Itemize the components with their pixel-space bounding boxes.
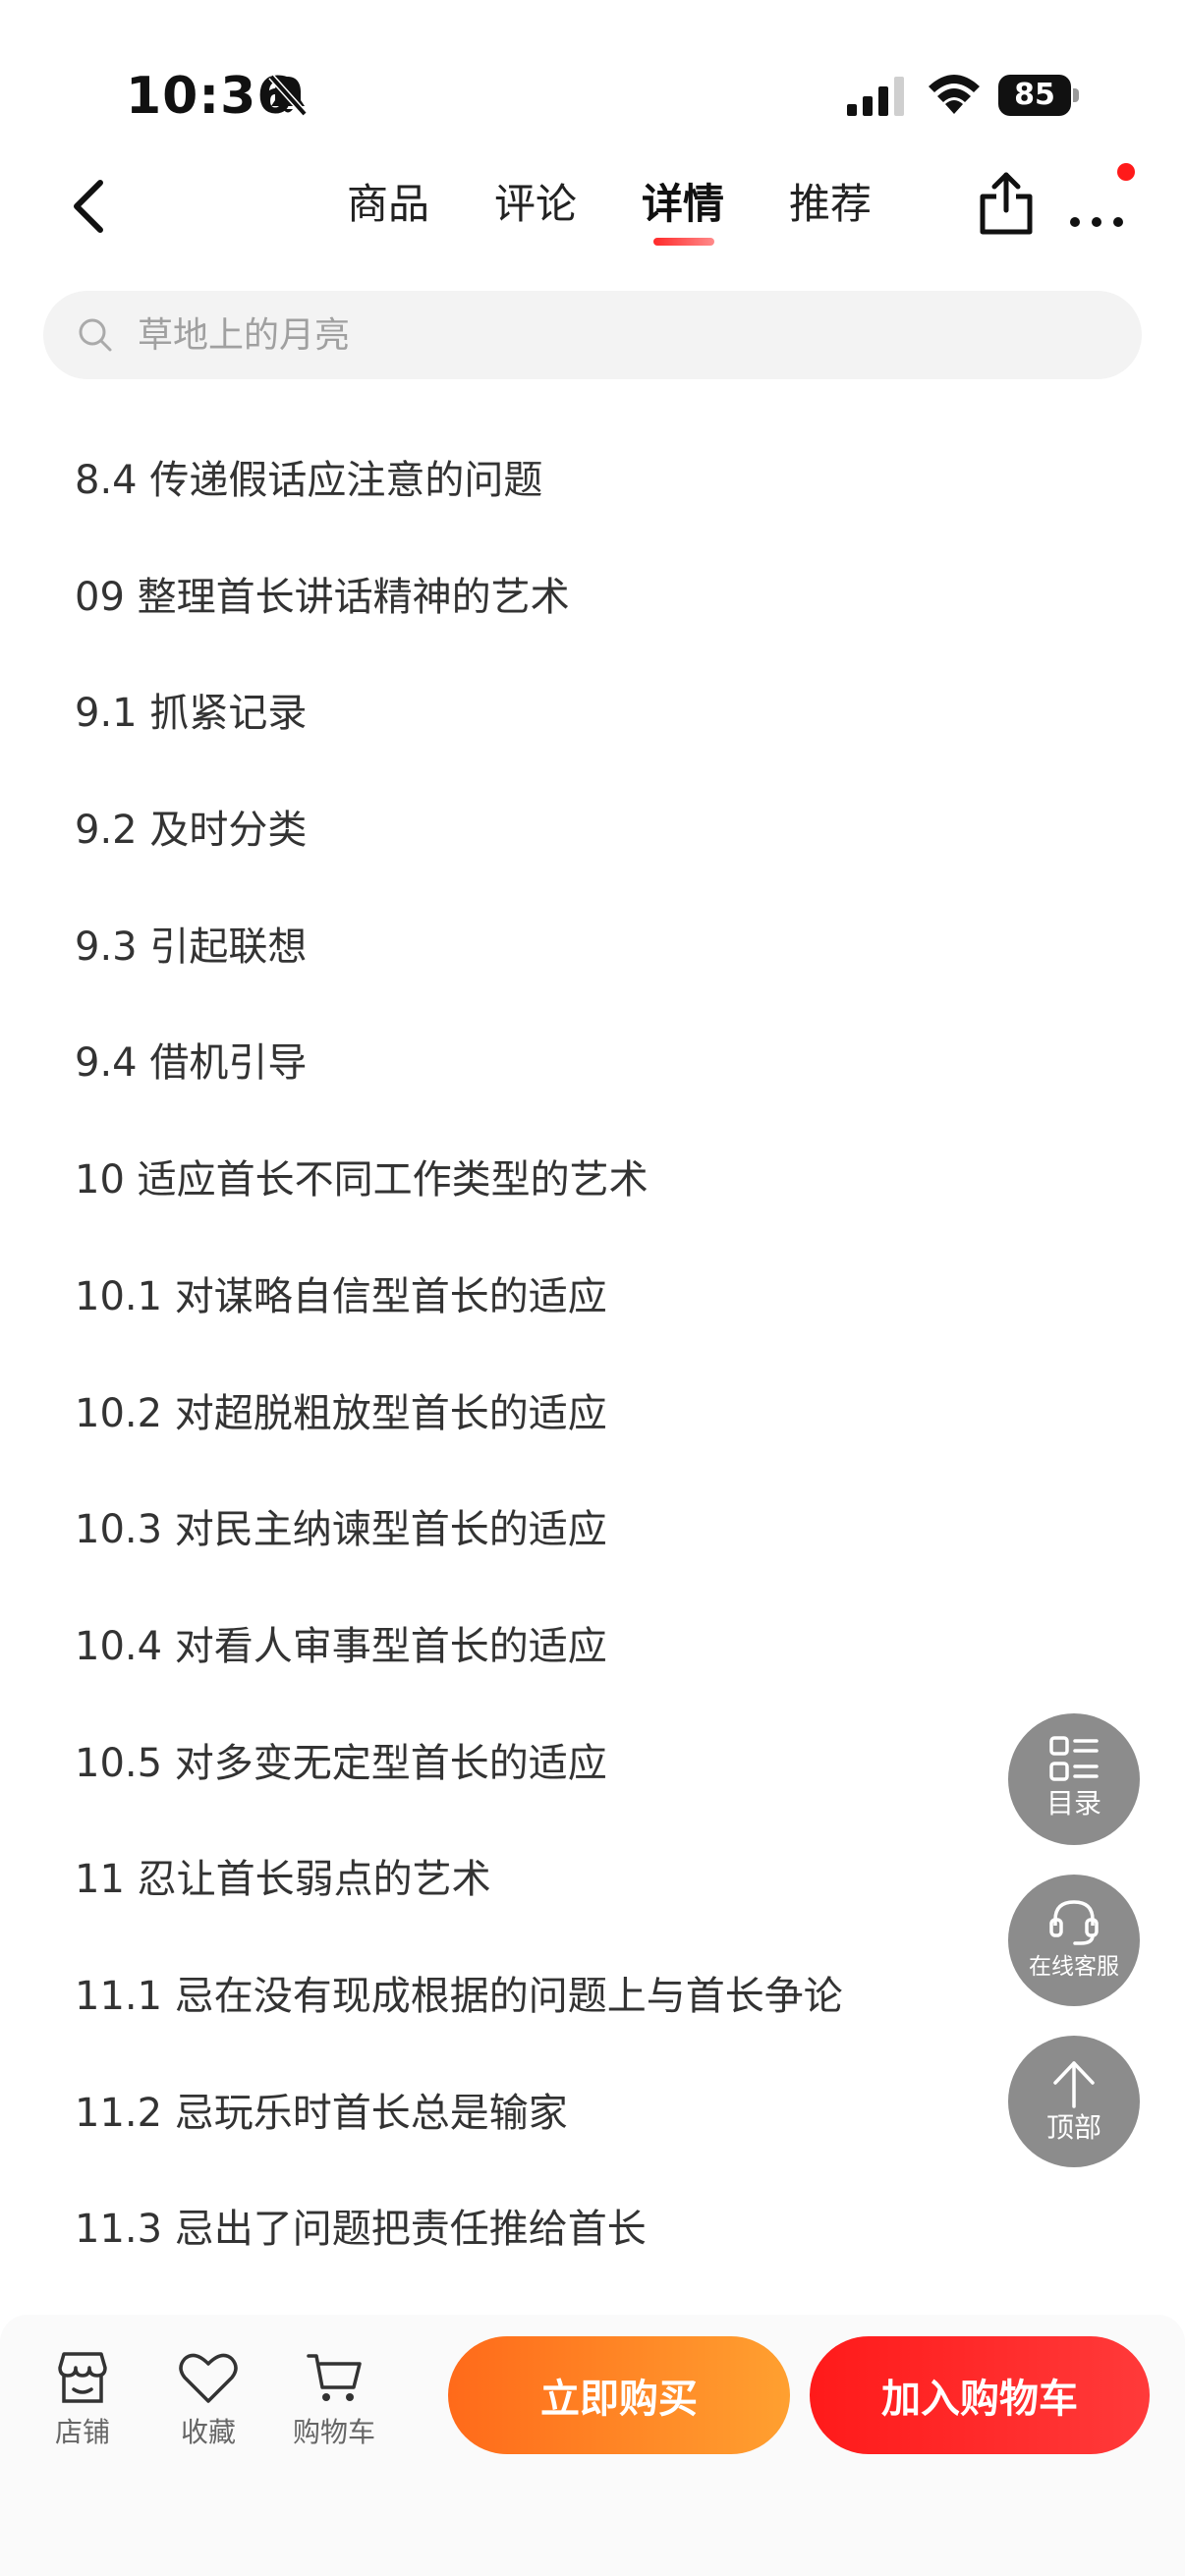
heart-icon (179, 2353, 238, 2403)
list-item: 9.2 及时分类 (75, 808, 308, 854)
list-item: 9.1 抓紧记录 (75, 691, 308, 737)
wifi-icon (929, 75, 980, 114)
customer-service-label: 在线客服 (1029, 1954, 1119, 1980)
back-to-top-label: 顶部 (1045, 2111, 1101, 2144)
tab-bar: 商品 评论 详情 推荐 (314, 175, 904, 246)
tab-reviews-label: 评论 (493, 180, 577, 228)
more-options-icon[interactable] (1065, 177, 1128, 236)
battery-indicator: 85 (998, 75, 1079, 116)
tab-recommend[interactable]: 推荐 (757, 175, 904, 238)
list-item: 9.3 引起联想 (75, 924, 308, 970)
list-item: 11.3 忌出了问题把责任推给首长 (75, 2207, 647, 2253)
tab-reviews[interactable]: 评论 (462, 175, 609, 238)
list-item: 10 适应首长不同工作类型的艺术 (75, 1157, 649, 1204)
list-item: 11.1 忌在没有现成根据的问题上与首长争论 (75, 1973, 843, 2019)
headset-icon (1049, 1900, 1099, 1945)
search-input[interactable] (138, 291, 1081, 379)
list-icon (1049, 1736, 1099, 1781)
top-nav-bar: 商品 评论 详情 推荐 (0, 157, 1185, 255)
cart-button[interactable]: 购物车 (275, 2350, 393, 2450)
battery-level: 85 (998, 75, 1071, 116)
notification-dot (1117, 163, 1135, 181)
list-item: 11.2 忌玩乐时首长总是输家 (75, 2090, 568, 2136)
store-icon (58, 2352, 107, 2403)
list-item: 10.1 对谋略自信型首长的适应 (75, 1273, 607, 1319)
list-item: 10.4 对看人审事型首长的适应 (75, 1623, 607, 1669)
store-button[interactable]: 店铺 (24, 2350, 141, 2450)
search-bar[interactable] (43, 291, 1142, 379)
cellular-signal-icon (847, 77, 904, 116)
back-to-top-button[interactable]: 顶部 (1008, 2036, 1140, 2167)
tab-recommend-label: 推荐 (788, 180, 872, 228)
list-item: 10.3 对民主纳谏型首长的适应 (75, 1507, 607, 1553)
cart-label: 购物车 (292, 2416, 375, 2448)
table-of-contents: 8.4 传递假话应注意的问题 09 整理首长讲话精神的艺术 9.1 抓紧记录 9… (75, 422, 998, 2288)
bell-muted-icon (268, 74, 308, 117)
battery-tip (1073, 88, 1079, 102)
add-to-cart-button[interactable]: 加入购物车 (810, 2336, 1150, 2454)
arrow-up-icon (1053, 2061, 1095, 2108)
list-item: 9.4 借机引导 (75, 1040, 308, 1087)
buy-now-button[interactable]: 立即购买 (448, 2336, 790, 2454)
search-icon (79, 318, 112, 352)
share-icon[interactable] (977, 171, 1036, 236)
list-item: 10.5 对多变无定型首长的适应 (75, 1740, 607, 1786)
favorite-button[interactable]: 收藏 (149, 2350, 267, 2450)
store-label: 店铺 (54, 2416, 110, 2448)
status-bar: 10:36 85 (0, 0, 1185, 157)
tab-details[interactable]: 详情 (609, 175, 757, 246)
active-tab-underline (653, 238, 714, 246)
tab-product[interactable]: 商品 (314, 175, 462, 238)
cart-icon (307, 2354, 362, 2401)
customer-service-button[interactable]: 在线客服 (1008, 1875, 1140, 2006)
toc-floating-button[interactable]: 目录 (1008, 1713, 1140, 1845)
favorite-label: 收藏 (180, 2416, 236, 2448)
tab-product-label: 商品 (346, 180, 429, 228)
list-item: 09 整理首长讲话精神的艺术 (75, 574, 570, 620)
toc-floating-label: 目录 (1045, 1787, 1101, 1820)
list-item: 11 忍让首长弱点的艺术 (75, 1857, 491, 1903)
bottom-action-bar: 店铺 收藏 购物车 立即购买 加入购物车 (0, 2315, 1185, 2576)
tab-details-label: 详情 (641, 180, 724, 228)
back-arrow-icon[interactable] (59, 175, 122, 238)
list-item: 8.4 传递假话应注意的问题 (75, 458, 543, 503)
list-item: 10.2 对超脱粗放型首长的适应 (75, 1390, 607, 1436)
